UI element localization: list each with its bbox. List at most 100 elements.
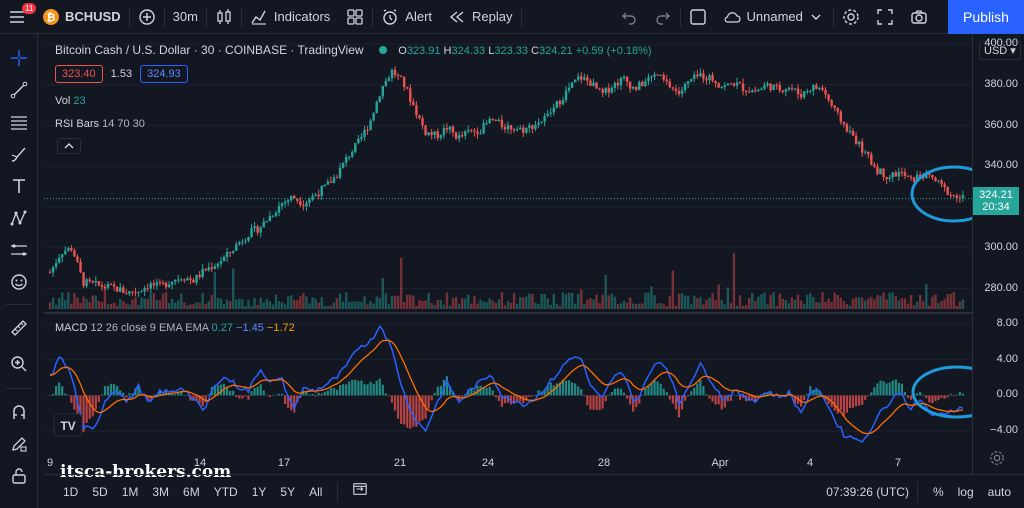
compare-button[interactable] <box>130 0 164 34</box>
date-range-picker-button[interactable] <box>352 481 368 502</box>
brush-tool[interactable] <box>7 142 31 166</box>
ruler-tool[interactable] <box>7 316 31 340</box>
auto-toggle[interactable]: auto <box>981 485 1018 499</box>
magnet-tool[interactable] <box>7 400 31 424</box>
candle-body <box>515 129 519 131</box>
price-chart[interactable]: TV 9 14 17 21 24 28 Apr 4 7 <box>44 34 972 474</box>
candle-body <box>100 284 104 287</box>
save-layout-button[interactable]: Unnamed <box>715 0 833 34</box>
indicators-button[interactable]: Indicators <box>242 0 338 34</box>
volume-bar <box>85 299 88 309</box>
volume-bar <box>299 296 302 309</box>
macd-histogram-bar <box>354 379 357 396</box>
trend-line-tool[interactable] <box>7 78 31 102</box>
candle-body <box>751 90 754 92</box>
candle-body <box>690 79 693 82</box>
pattern-tool[interactable] <box>7 206 31 230</box>
candle-body <box>583 77 586 80</box>
candle-body <box>357 138 360 144</box>
macd-histogram-bar <box>659 383 662 396</box>
macd-histogram-bar <box>51 393 55 396</box>
macd-histogram-bar <box>357 380 360 396</box>
macd-histogram-bar <box>55 385 58 396</box>
range-button-5d[interactable]: 5D <box>85 485 114 499</box>
crosshair-tool[interactable] <box>7 46 31 70</box>
range-button-all[interactable]: All <box>302 485 329 499</box>
volume-bar <box>561 292 565 309</box>
volume-bar <box>262 302 265 309</box>
volume-bar <box>473 295 476 309</box>
range-button-1m[interactable]: 1M <box>115 485 146 499</box>
volume-bar <box>641 303 644 309</box>
range-button-ytd[interactable]: YTD <box>207 485 245 499</box>
candle-body <box>708 75 711 81</box>
alert-button[interactable]: Alert <box>373 0 440 34</box>
volume-bar <box>903 298 907 309</box>
screenshot-button[interactable] <box>902 0 936 34</box>
fullscreen-button[interactable] <box>868 0 902 34</box>
volume-bar <box>143 298 146 309</box>
range-button-6m[interactable]: 6M <box>176 485 207 499</box>
candle-body <box>656 74 659 76</box>
sell-button[interactable]: 323.40 <box>55 65 103 83</box>
chart-type-button[interactable] <box>207 0 241 34</box>
candle-body <box>91 280 94 283</box>
lock-drawings-tool[interactable] <box>7 464 31 488</box>
rsi-legend: RSI Bars 14 70 30 <box>55 118 145 130</box>
volume-bar <box>735 305 739 309</box>
layout-select-button[interactable] <box>681 0 715 34</box>
interval-button[interactable]: 30m <box>165 0 206 34</box>
macd-histogram-bar <box>106 385 110 396</box>
volume-bar <box>259 297 262 309</box>
icon-tool[interactable] <box>7 270 31 294</box>
zoom-tool[interactable] <box>7 352 31 376</box>
fib-tool[interactable] <box>7 110 31 134</box>
candle-body <box>186 278 189 281</box>
clock[interactable]: 07:39:26 (UTC) <box>826 485 909 499</box>
candle-body <box>112 284 116 287</box>
range-button-5y[interactable]: 5Y <box>273 485 302 499</box>
volume-bar <box>952 292 955 309</box>
tradingview-logo-text: TV <box>60 419 75 433</box>
candle-body <box>940 180 943 185</box>
volume-bar <box>494 303 497 309</box>
log-toggle[interactable]: log <box>951 485 981 499</box>
stay-in-drawing-tool[interactable] <box>7 432 31 456</box>
unlock-icon <box>12 468 26 484</box>
price-axis[interactable]: USD ▾ 400.00380.00360.00340.00320.00300.… <box>972 34 1024 474</box>
macd-histogram-bar <box>903 391 907 396</box>
templates-button[interactable] <box>338 0 372 34</box>
candle-body <box>396 75 400 77</box>
buy-button[interactable]: 324.93 <box>140 65 188 83</box>
volume-bar <box>332 302 336 309</box>
candle-body <box>857 141 861 145</box>
candle-body <box>650 76 653 78</box>
candle-body <box>180 279 183 281</box>
candle-body <box>265 221 268 223</box>
macd-histogram-bar <box>931 395 934 404</box>
candle-body <box>638 81 641 90</box>
menu-button[interactable]: 11 <box>0 0 37 34</box>
macd-histogram-bar <box>360 380 363 396</box>
replay-button[interactable]: Replay <box>440 0 520 34</box>
percent-toggle[interactable]: % <box>926 485 951 499</box>
collapse-legend-button[interactable] <box>57 138 81 154</box>
publish-button[interactable]: Publish <box>948 0 1024 34</box>
range-button-1d[interactable]: 1D <box>56 485 85 499</box>
volume-bar <box>183 302 186 309</box>
settings-button[interactable] <box>834 0 868 34</box>
volume-bar <box>228 301 232 309</box>
text-tool[interactable] <box>7 174 31 198</box>
candle-body <box>372 113 375 121</box>
macd-histogram-bar <box>323 391 326 396</box>
macd-histogram-bar <box>854 395 858 407</box>
volume-bar <box>479 299 482 309</box>
range-button-3m[interactable]: 3M <box>145 485 176 499</box>
undo-button[interactable] <box>612 0 646 34</box>
axis-settings-button[interactable] <box>989 450 1005 471</box>
symbol-search[interactable]: ₿ BCHUSD <box>34 0 129 34</box>
prediction-tool[interactable] <box>7 238 31 262</box>
redo-button[interactable] <box>646 0 680 34</box>
range-button-1y[interactable]: 1Y <box>245 485 274 499</box>
volume-bar <box>705 300 708 309</box>
